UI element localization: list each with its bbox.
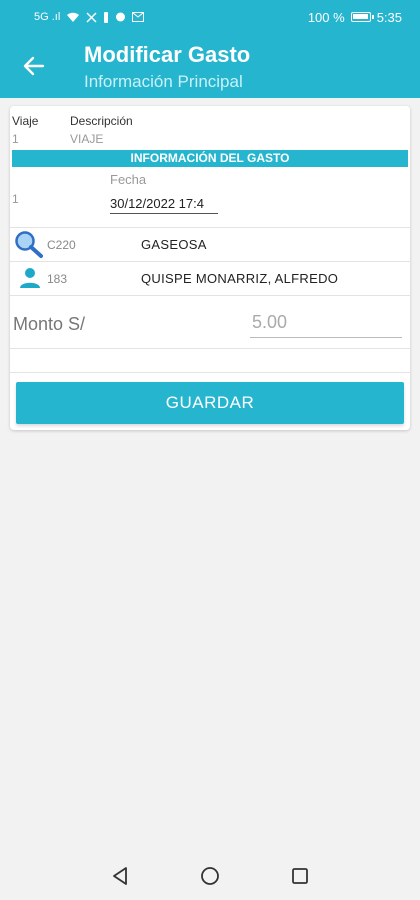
divider xyxy=(10,295,410,296)
status-icons: 5G .ıl xyxy=(34,11,145,23)
item-number: 1 xyxy=(12,192,19,206)
square-recents-icon xyxy=(292,868,308,884)
nfc-icon xyxy=(86,11,97,23)
status-bar: 5G .ıl 100 % 5:35 xyxy=(0,0,420,34)
search-icon[interactable] xyxy=(14,230,44,258)
descripcion-label: Descripción xyxy=(70,114,133,128)
signal-text: 5G .ıl xyxy=(34,11,61,23)
clock: 5:35 xyxy=(376,9,402,25)
arrow-left-icon xyxy=(23,56,45,76)
mail-icon xyxy=(132,12,145,22)
divider xyxy=(10,372,410,373)
concept-description: GASEOSA xyxy=(141,237,207,252)
triangle-back-icon xyxy=(113,867,127,885)
viaje-label: Viaje xyxy=(12,114,39,128)
person-icon[interactable] xyxy=(19,267,41,289)
person-name: QUISPE MONARRIZ, ALFREDO xyxy=(141,271,339,286)
fecha-label: Fecha xyxy=(110,172,147,187)
wifi-icon xyxy=(67,12,80,22)
person-row[interactable]: 183 QUISPE MONARRIZ, ALFREDO xyxy=(10,262,410,294)
divider xyxy=(10,348,410,349)
expense-form-card: Viaje 1 Descripción VIAJE INFORMACIÓN DE… xyxy=(10,106,410,430)
notification-icon xyxy=(104,11,109,23)
chat-icon xyxy=(116,12,126,21)
system-nav-bar xyxy=(0,852,420,900)
battery-icon xyxy=(350,12,374,22)
amount-label: Monto S/ xyxy=(13,314,86,334)
viaje-value: 1 xyxy=(12,132,19,146)
person-code: 183 xyxy=(47,272,68,286)
save-button[interactable]: GUARDAR xyxy=(16,382,404,424)
fecha-input[interactable]: 30/12/2022 17:4 xyxy=(110,196,218,214)
page-subtitle: Información Principal xyxy=(84,72,243,91)
back-button[interactable] xyxy=(18,50,50,82)
page-title: Modificar Gasto xyxy=(84,42,251,67)
circle-home-icon xyxy=(201,867,219,885)
section-header-expense: INFORMACIÓN DEL GASTO xyxy=(12,150,408,167)
amount-input[interactable]: 5.00 xyxy=(250,312,402,338)
concept-row[interactable]: C220 GASEOSA xyxy=(10,228,410,260)
nav-home-button[interactable] xyxy=(198,864,222,888)
battery-fill xyxy=(352,14,368,19)
descripcion-value: VIAJE xyxy=(70,132,104,146)
nav-recents-button[interactable] xyxy=(288,864,312,888)
nav-back-button[interactable] xyxy=(108,864,132,888)
battery-percent: 100 % xyxy=(307,9,345,25)
status-right: 100 % 5:35 xyxy=(308,10,402,25)
app-bar: Modificar Gasto Información Principal xyxy=(0,34,420,98)
concept-code: C220 xyxy=(47,238,76,252)
